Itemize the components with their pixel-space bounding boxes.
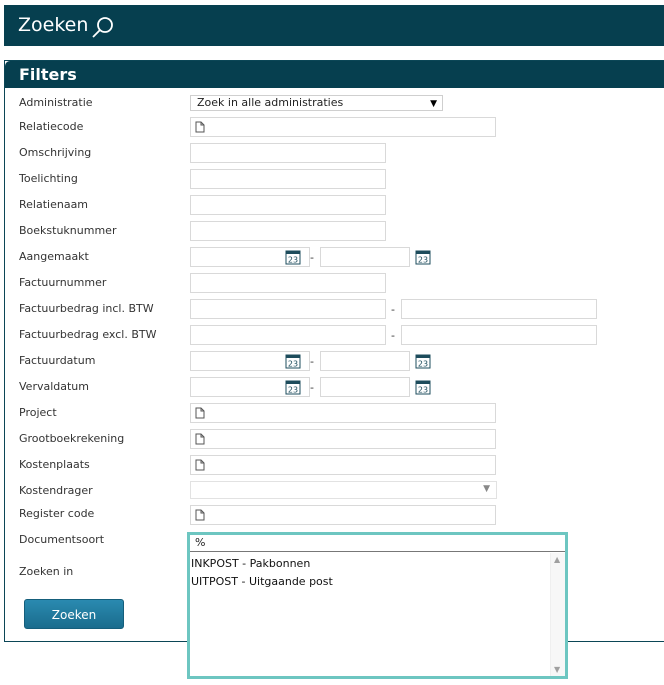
label-factuurbedrag-excl: Factuurbedrag excl. BTW <box>19 328 157 341</box>
aangemaakt-to-input[interactable] <box>320 247 410 267</box>
svg-text:23: 23 <box>418 360 428 369</box>
filters-header: Filters <box>5 61 664 88</box>
factuurbedrag-incl-to-input[interactable] <box>401 299 597 319</box>
factuurnummer-input[interactable] <box>190 273 386 293</box>
calendar-icon[interactable]: 23 <box>285 379 301 395</box>
label-boekstuknummer: Boekstuknummer <box>19 224 117 237</box>
calendar-icon[interactable]: 23 <box>415 379 431 395</box>
lookup-icon[interactable] <box>194 509 206 521</box>
range-separator: - <box>391 329 395 342</box>
svg-text:23: 23 <box>418 386 428 395</box>
calendar-icon[interactable]: 23 <box>285 353 301 369</box>
calendar-icon[interactable]: 23 <box>415 249 431 265</box>
label-vervaldatum: Vervaldatum <box>19 380 89 393</box>
scroll-down-icon[interactable]: ▼ <box>554 665 560 674</box>
factuurdatum-to-input[interactable] <box>320 351 410 371</box>
label-relatienaam: Relatienaam <box>19 198 89 211</box>
top-bar: Zoeken <box>4 5 664 46</box>
lookup-icon[interactable] <box>194 407 206 419</box>
kostenplaats-input[interactable] <box>190 455 496 475</box>
label-factuurbedrag-incl: Factuurbedrag incl. BTW <box>19 302 154 315</box>
filters-title: Filters <box>19 65 77 84</box>
range-separator: - <box>310 251 314 264</box>
svg-text:23: 23 <box>288 256 298 265</box>
page-title: Zoeken <box>18 14 89 36</box>
lookup-icon[interactable] <box>194 121 206 133</box>
calendar-icon[interactable]: 23 <box>285 249 301 265</box>
grootboekrekening-input[interactable] <box>190 429 496 449</box>
label-project: Project <box>19 406 57 419</box>
register-code-input[interactable] <box>190 505 496 525</box>
label-documentsoort: Documentsoort <box>19 533 105 546</box>
label-kostenplaats: Kostenplaats <box>19 458 90 471</box>
svg-text:23: 23 <box>288 360 298 369</box>
label-aangemaakt: Aangemaakt <box>19 250 89 263</box>
label-omschrijving: Omschrijving <box>19 146 92 159</box>
label-factuurdatum: Factuurdatum <box>19 354 96 367</box>
toelichting-input[interactable] <box>190 169 386 189</box>
label-grootboekrekening: Grootboekrekening <box>19 432 125 445</box>
svg-text:23: 23 <box>418 256 428 265</box>
administratie-select-value: Zoek in alle administraties <box>197 96 344 109</box>
label-administratie: Administratie <box>19 96 93 109</box>
relatienaam-input[interactable] <box>190 195 386 215</box>
omschrijving-input[interactable] <box>190 143 386 163</box>
range-separator: - <box>310 355 314 368</box>
label-zoeken-in: Zoeken in <box>19 565 74 578</box>
scrollbar[interactable]: ▲ ▼ <box>550 553 565 676</box>
label-factuurnummer: Factuurnummer <box>19 276 107 289</box>
factuurbedrag-excl-to-input[interactable] <box>401 325 597 345</box>
administratie-select[interactable]: Zoek in alle administraties ▼ <box>190 95 443 111</box>
documentsoort-filter-input[interactable]: % <box>190 535 565 552</box>
project-input[interactable] <box>190 403 496 423</box>
lookup-icon[interactable] <box>194 459 206 471</box>
boekstuknummer-input[interactable] <box>190 221 386 241</box>
vervaldatum-to-input[interactable] <box>320 377 410 397</box>
factuurbedrag-incl-from-input[interactable] <box>190 299 386 319</box>
label-kostendrager: Kostendrager <box>19 484 93 497</box>
dropdown-arrow-icon: ▼ <box>430 99 437 109</box>
relatiecode-input[interactable] <box>190 117 496 137</box>
scroll-up-icon[interactable]: ▲ <box>554 555 560 564</box>
calendar-icon[interactable]: 23 <box>415 353 431 369</box>
range-separator: - <box>391 303 395 316</box>
range-separator: - <box>310 381 314 394</box>
svg-text:23: 23 <box>288 386 298 395</box>
label-register-code: Register code <box>19 507 95 520</box>
label-toelichting: Toelichting <box>19 172 78 185</box>
list-item[interactable]: INKPOST - Pakbonnen <box>191 557 310 570</box>
label-relatiecode: Relatiecode <box>19 120 84 133</box>
list-item[interactable]: UITPOST - Uitgaande post <box>191 575 333 588</box>
lookup-icon[interactable] <box>194 433 206 445</box>
documentsoort-listbox[interactable]: % INKPOST - Pakbonnen UITPOST - Uitgaand… <box>187 532 568 679</box>
factuurbedrag-excl-from-input[interactable] <box>190 325 386 345</box>
dropdown-arrow-icon: ▼ <box>483 484 490 494</box>
search-button[interactable]: Zoeken <box>24 599 124 629</box>
kostendrager-select[interactable]: ▼ <box>190 481 497 499</box>
search-icon[interactable] <box>91 16 115 40</box>
